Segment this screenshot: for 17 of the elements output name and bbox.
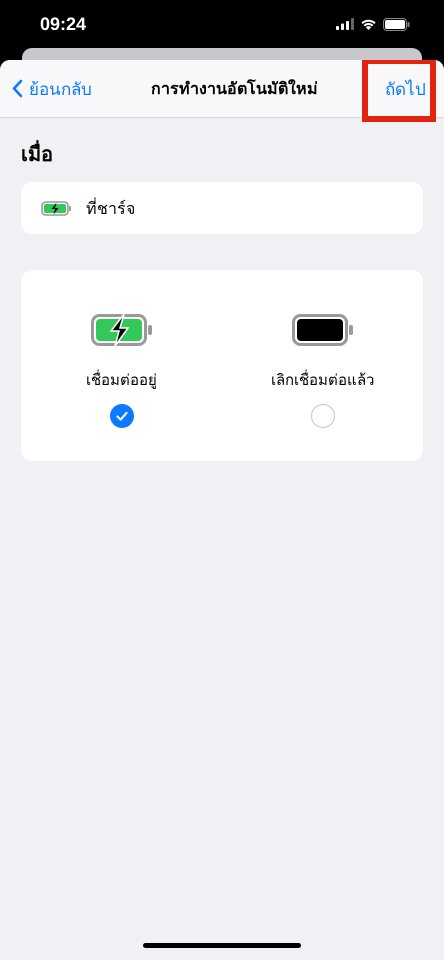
trigger-label: ที่ชาร์จ <box>86 196 135 220</box>
battery-icon <box>383 18 410 30</box>
wifi-icon <box>360 18 377 30</box>
charging-battery-icon <box>90 314 152 346</box>
option-label: เชื่อมต่ออยู่ <box>86 368 157 391</box>
next-button[interactable]: ถัดไป <box>377 75 434 102</box>
nav-title: การทำงานอัตโนมัติใหม่ <box>151 78 318 100</box>
radio-button[interactable] <box>110 404 134 428</box>
charging-battery-icon <box>41 200 72 216</box>
option-label: เลิกเชื่อมต่อแล้ว <box>271 368 374 391</box>
section-heading: เมื่อ <box>21 139 54 168</box>
status-time: 09:24 <box>40 14 86 34</box>
battery-icon <box>292 314 354 346</box>
signal-icon <box>336 18 354 30</box>
radio-button[interactable] <box>310 404 334 428</box>
back-button[interactable]: ย้อนกลับ <box>12 75 92 102</box>
chevron-icon <box>12 79 23 98</box>
